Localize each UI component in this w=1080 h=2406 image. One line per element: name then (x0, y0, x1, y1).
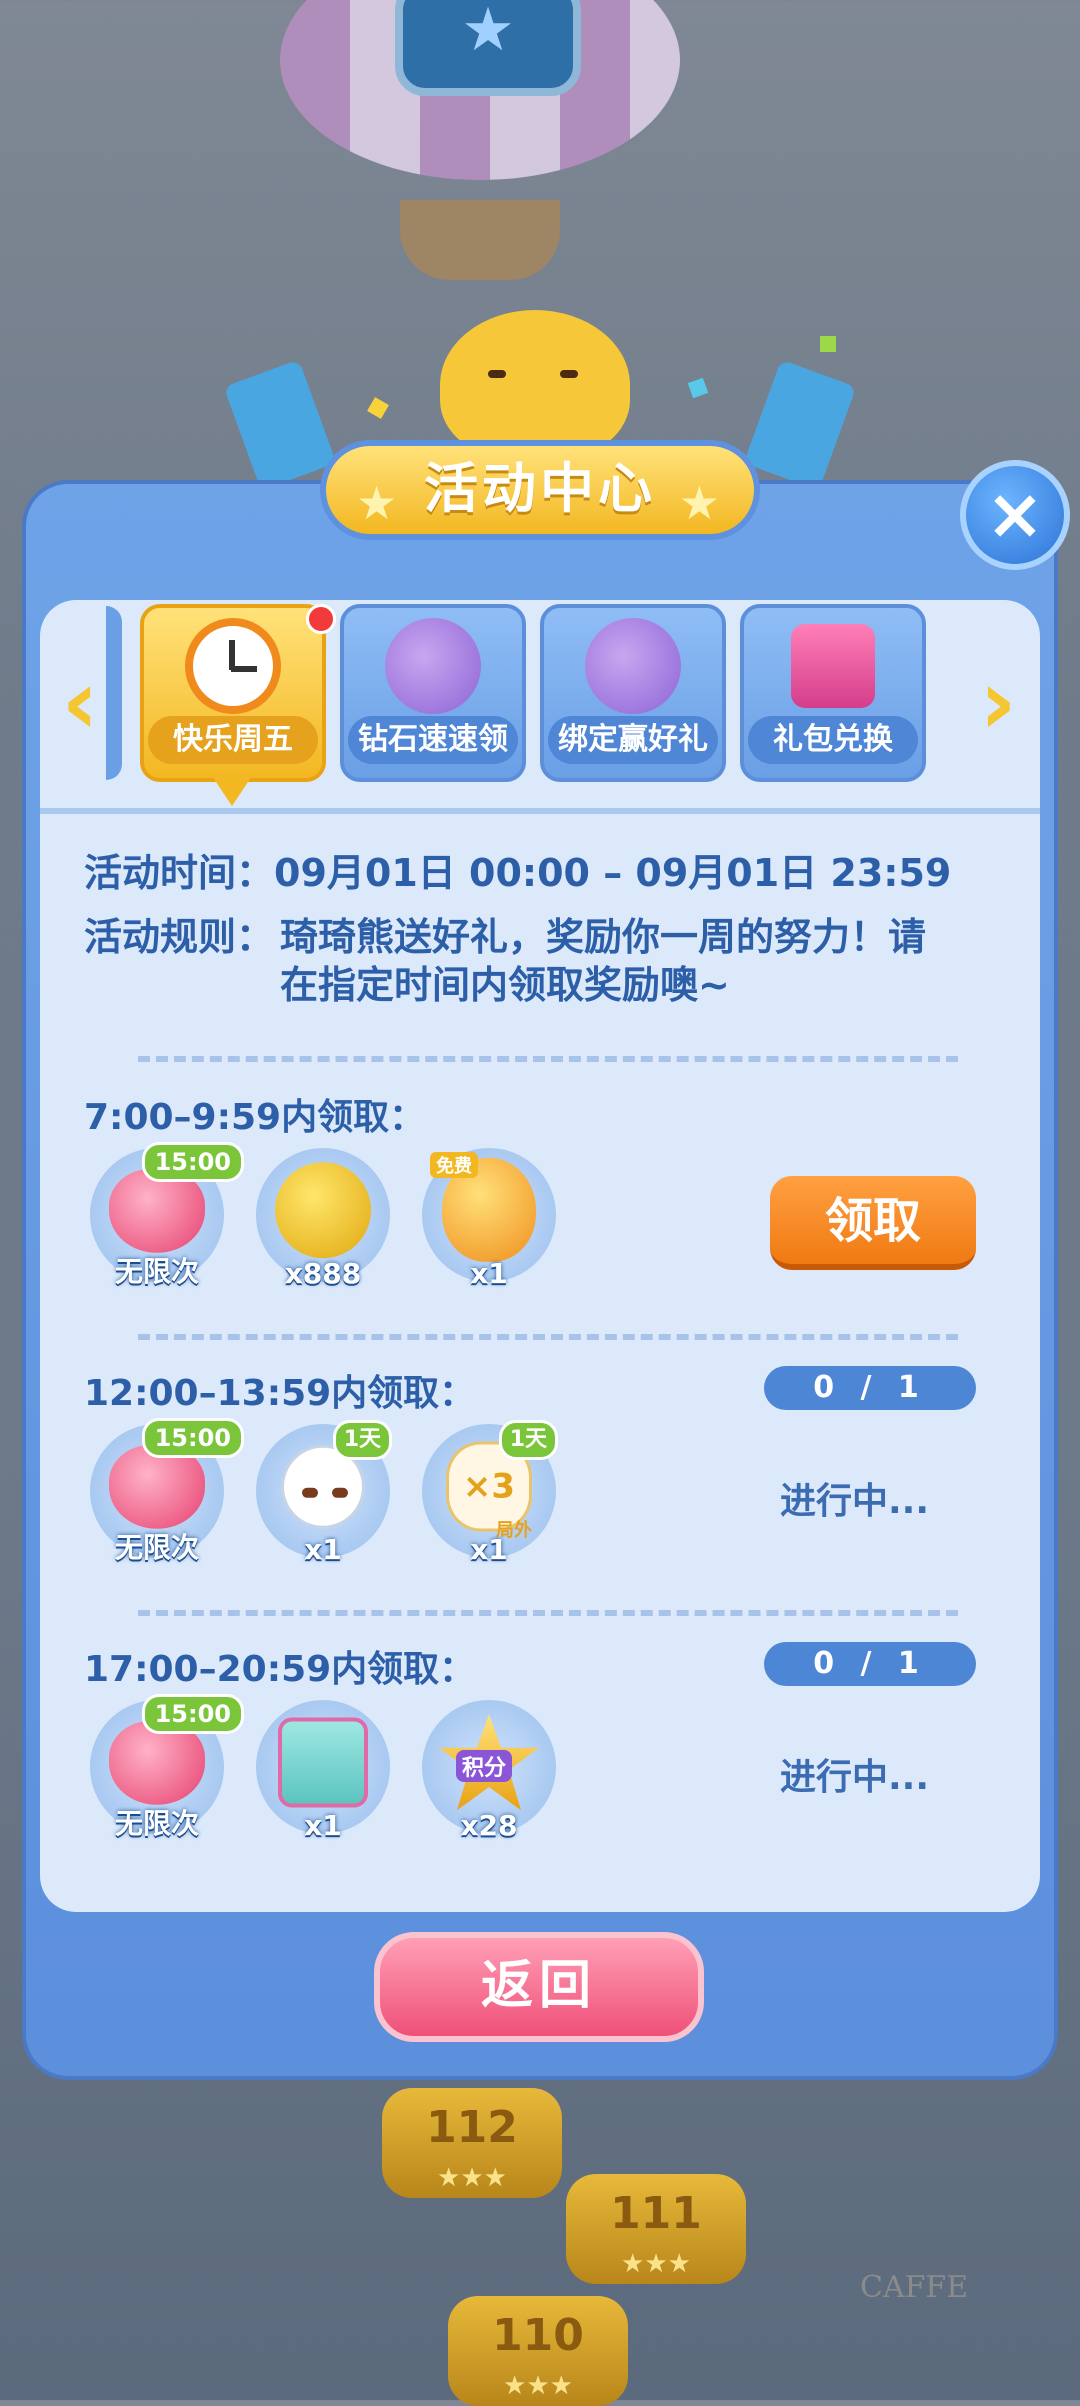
level-stars: ★★★ (503, 2371, 573, 2401)
time-badge: 15:00 (141, 1694, 244, 1734)
section-divider (138, 1610, 958, 1616)
chick-eye (488, 370, 506, 378)
event-time-label: 活动时间： (84, 851, 275, 895)
notification-dot (306, 604, 336, 634)
tabs-prev-arrow-icon[interactable]: ‹ (50, 648, 110, 758)
party-popper-icon (743, 359, 857, 491)
balloon-basket (400, 200, 560, 280)
level-node[interactable]: 110 ★★★ (448, 2296, 628, 2406)
reward-heart: 15:00 无限次 (90, 1694, 244, 1840)
time-badge: 15:00 (141, 1418, 244, 1458)
status-text: 进行中... (780, 1757, 930, 1798)
level-node[interactable]: 111 ★★★ (566, 2174, 746, 2284)
reward-bunny: 1天 x1 (256, 1420, 392, 1566)
page-title: 活动中心 (424, 457, 656, 520)
party-popper-icon (223, 359, 337, 491)
confetti (820, 336, 836, 352)
tab-label: 钻石速速领 (348, 716, 518, 764)
reward-heart: 15:00 无限次 (90, 1142, 244, 1288)
reward-qty: x1 (470, 1533, 508, 1566)
reward-gift: x1 (256, 1700, 390, 1842)
level-stars: ★★★ (621, 2249, 691, 2279)
event-rules-label: 活动规则： (84, 915, 275, 959)
tab-label: 快乐周五 (148, 716, 318, 764)
tab-label: 绑定赢好礼 (548, 716, 718, 764)
reward-points: 积分 x28 (422, 1700, 556, 1842)
duration-badge: 1天 (498, 1420, 558, 1460)
slot-title: 7:00–9:59内领取： (84, 1097, 426, 1138)
event-rules-line1: 琦琦熊送好礼，奖励你一周的努力！请 (280, 915, 927, 959)
slot-title: 12:00–13:59内领取： (84, 1373, 476, 1414)
reward-qty: 无限次 (114, 1531, 199, 1564)
reward-qty: 无限次 (114, 1807, 199, 1840)
reward-qty: x888 (284, 1257, 362, 1290)
progress-pill: 0 / 1 (764, 1366, 976, 1410)
slot-title: 17:00–20:59内领取： (84, 1649, 476, 1690)
level-number: 112 (426, 2102, 518, 2153)
star-icon: ★ (356, 476, 402, 530)
level-stars: ★★★ (437, 2163, 507, 2193)
tabs-next-arrow-icon[interactable]: › (968, 648, 1028, 758)
close-icon: × (985, 473, 1045, 555)
reward-qty: x1 (470, 1257, 508, 1290)
duration-badge: 1天 (332, 1420, 392, 1460)
panel-title-banner: ★ 活动中心 ★ (320, 440, 760, 540)
level-number: 110 (492, 2310, 584, 2361)
reward-qty: 无限次 (114, 1255, 199, 1288)
cafe-sign: CAFFE (860, 2270, 969, 2305)
reward-heart: 15:00 无限次 (90, 1418, 244, 1564)
free-tag: 免费 (430, 1152, 478, 1178)
reward-qty: x1 (304, 1533, 342, 1566)
gift-chick-icon (278, 1717, 368, 1808)
points-label: 积分 (456, 1750, 513, 1782)
purple-cat-icon (385, 618, 481, 714)
time-badge: 15:00 (141, 1142, 244, 1182)
level-node[interactable]: 112 ★★★ (382, 2088, 562, 2198)
gold-coin-icon (275, 1162, 371, 1259)
tab-happy-friday[interactable]: 快乐周五 (140, 604, 326, 782)
clock-icon (185, 618, 281, 714)
tab-gift-code-redeem[interactable]: 礼包兑换 (740, 604, 926, 782)
claim-button[interactable]: 领取 (770, 1176, 976, 1270)
tab-diamond-fast-claim[interactable]: 钻石速速领 (340, 604, 526, 782)
close-button[interactable]: × (960, 460, 1070, 570)
level-number: 111 (610, 2188, 702, 2239)
reward-qty: x28 (460, 1809, 518, 1842)
tab-partial (106, 606, 122, 780)
event-rules-line2: 在指定时间内领取奖励噢~ (280, 963, 730, 1007)
star-icon: ★ (678, 476, 724, 530)
event-time-value: 09月01日 00:00 – 09月01日 23:59 (274, 851, 952, 895)
reward-triple-glove: ×3 局外 1天 x1 (422, 1420, 558, 1566)
section-divider (138, 1056, 958, 1062)
tab-bind-win-gift[interactable]: 绑定赢好礼 (540, 604, 726, 782)
chick-eye (560, 370, 578, 378)
back-button[interactable]: 返回 (374, 1932, 704, 2042)
reward-coin: x888 (256, 1148, 390, 1290)
gift-box-icon (791, 624, 875, 708)
event-time: 活动时间：09月01日 00:00 – 09月01日 23:59 (84, 842, 951, 897)
purple-cat-icon (585, 618, 681, 714)
chick-mascot (440, 310, 630, 460)
reward-egg: 免费 x1 (422, 1148, 556, 1290)
confetti (687, 377, 709, 399)
progress-pill: 0 / 1 (764, 1642, 976, 1686)
tab-divider (40, 808, 1040, 814)
star-icon: ★ (461, 0, 515, 65)
status-text: 进行中... (780, 1481, 930, 1522)
section-divider (138, 1334, 958, 1340)
tab-label: 礼包兑换 (748, 716, 918, 764)
reward-qty: x1 (304, 1809, 342, 1842)
balloon-star-badge: ★ (395, 0, 581, 96)
confetti (367, 397, 389, 419)
